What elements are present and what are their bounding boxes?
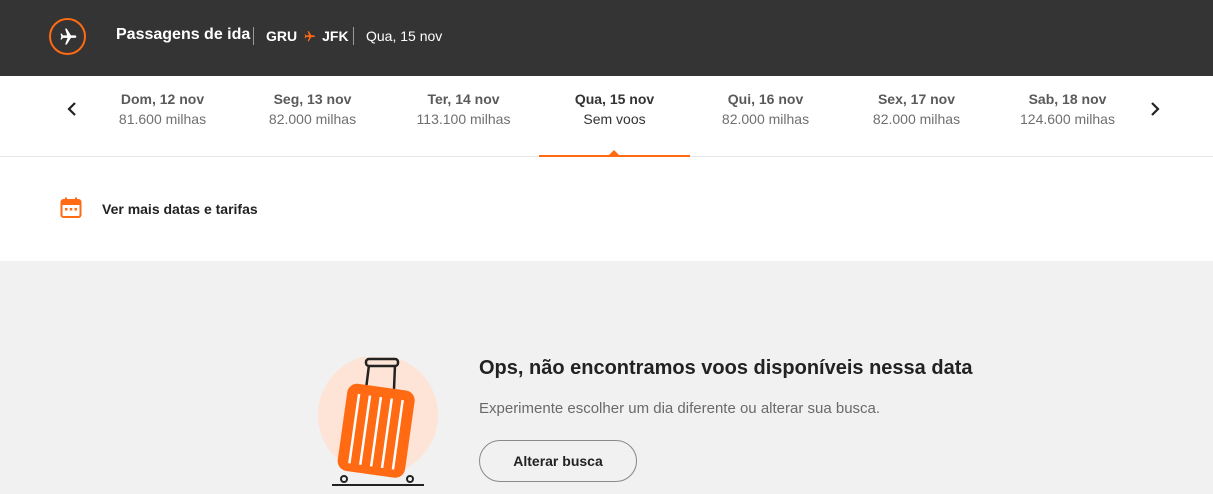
- date-tab-miles: 124.600 milhas: [1020, 111, 1115, 127]
- date-tab-miles: 82.000 milhas: [721, 111, 810, 127]
- plane-icon: [49, 18, 86, 55]
- date-tab-miles: 113.100 milhas: [416, 111, 511, 127]
- date-tab-miles: 82.000 milhas: [872, 111, 961, 127]
- date-tab-selected[interactable]: Qua, 15 nov Sem voos: [539, 76, 690, 157]
- date-tab[interactable]: Sex, 17 nov 82.000 milhas: [841, 76, 992, 157]
- empty-state: Ops, não encontramos voos disponíveis ne…: [0, 261, 1213, 489]
- date-tab[interactable]: Seg, 13 nov 82.000 milhas: [237, 76, 388, 157]
- date-tab-day: Sex, 17 nov: [877, 91, 956, 107]
- alter-search-button[interactable]: Alterar busca: [479, 440, 637, 482]
- date-tab[interactable]: Qui, 16 nov 82.000 milhas: [690, 76, 841, 157]
- date-tab-day: Seg, 13 nov: [273, 91, 352, 107]
- date-tab[interactable]: Dom, 12 nov 81.600 milhas: [87, 76, 238, 157]
- date-tab[interactable]: Ter, 14 nov 113.100 milhas: [388, 76, 539, 157]
- date-tab-day: Ter, 14 nov: [427, 91, 500, 107]
- top-header: Passagens de ida GRU JFK Qua, 15 nov: [0, 0, 1213, 76]
- selected-date: Qua, 15 nov: [366, 28, 443, 44]
- origin-code: GRU: [266, 28, 298, 44]
- date-tab-day: Qui, 16 nov: [727, 91, 804, 107]
- calendar-icon: [60, 197, 82, 219]
- suitcase-illustration: [318, 355, 440, 489]
- more-dates-section: Ver mais datas e tarifas: [0, 157, 1213, 261]
- date-tab-miles: 82.000 milhas: [268, 111, 357, 127]
- selected-caret: [609, 150, 619, 155]
- divider: [353, 27, 354, 45]
- date-tab-miles: 81.600 milhas: [118, 111, 207, 127]
- page-title: Passagens de ida: [116, 26, 251, 43]
- empty-state-title: Ops, não encontramos voos disponíveis ne…: [479, 357, 973, 379]
- more-dates-link[interactable]: Ver mais datas e tarifas: [102, 201, 258, 217]
- date-tab[interactable]: Sab, 18 nov 124.600 milhas: [992, 76, 1143, 157]
- date-tab-miles: Sem voos: [583, 111, 646, 127]
- destination-code: JFK: [322, 28, 349, 44]
- date-tab-day: Qua, 15 nov: [574, 91, 655, 107]
- route: GRU JFK: [266, 28, 349, 44]
- chevron-left-icon[interactable]: [60, 97, 84, 121]
- chevron-right-icon[interactable]: [1143, 97, 1167, 121]
- plane-arrow-icon: [303, 30, 316, 43]
- date-tab-day: Sab, 18 nov: [1028, 91, 1107, 107]
- divider: [253, 27, 254, 45]
- date-carousel: Dom, 12 nov 81.600 milhas Seg, 13 nov 82…: [0, 76, 1213, 157]
- date-tab-day: Dom, 12 nov: [120, 91, 205, 107]
- empty-state-subtitle: Experimente escolher um dia diferente ou…: [479, 400, 881, 417]
